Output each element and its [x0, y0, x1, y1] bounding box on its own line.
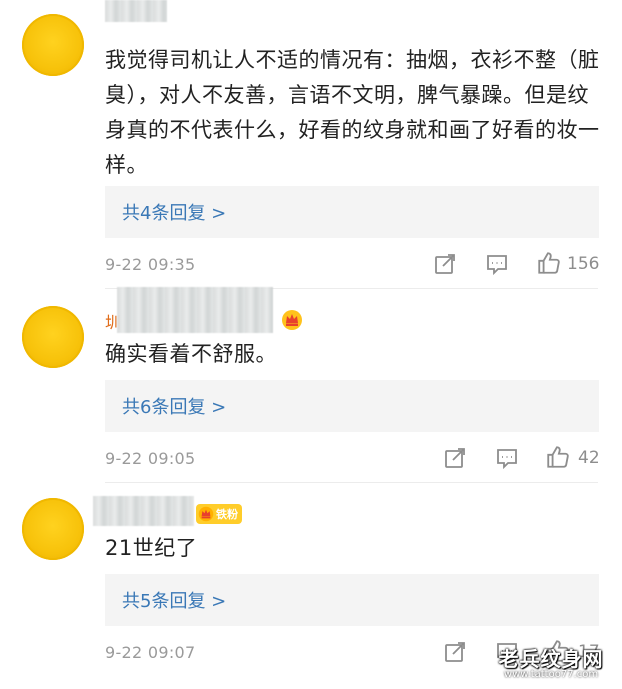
thumbs-up-icon[interactable]: [536, 250, 562, 276]
watermark-main: 老兵纹身网: [498, 647, 604, 671]
like-count: 42: [578, 448, 600, 468]
crown-badge-icon: [281, 309, 303, 331]
share-icon[interactable]: [443, 640, 467, 664]
share-icon[interactable]: [443, 446, 467, 470]
divider: [105, 482, 598, 483]
avatar[interactable]: [22, 498, 84, 560]
view-replies-link[interactable]: 共4条回复 >: [122, 199, 226, 225]
view-replies-link[interactable]: 共6条回复 >: [122, 393, 226, 419]
share-icon[interactable]: [433, 252, 457, 276]
avatar[interactable]: [22, 306, 84, 368]
comment-icon[interactable]: [485, 252, 509, 276]
comment-text: 我觉得司机让人不适的情况有：抽烟，衣衫不整（脏臭），对人不友善，言语不文明，脾气…: [105, 48, 600, 177]
comment-text: 确实看着不舒服。: [105, 342, 277, 366]
fan-badge: 铁粉: [196, 504, 242, 524]
fan-badge-label: 铁粉: [216, 508, 238, 521]
avatar[interactable]: [22, 14, 84, 76]
thumbs-up-icon[interactable]: [545, 444, 571, 470]
username-blurred[interactable]: [105, 0, 167, 22]
comment-time: 9-22 09:05: [105, 449, 196, 468]
reply-summary-box[interactable]: 共4条回复 >: [105, 186, 599, 238]
crown-badge-icon: [198, 506, 214, 522]
comment-time: 9-22 09:07: [105, 643, 196, 662]
site-watermark: 老兵纹身网 www.tattoo77.com: [492, 643, 610, 689]
reply-summary-box[interactable]: 共5条回复 >: [105, 574, 599, 626]
watermark-url: www.tattoo77.com: [503, 669, 599, 680]
view-replies-link[interactable]: 共5条回复 >: [122, 587, 226, 613]
reply-summary-box[interactable]: 共6条回复 >: [105, 380, 599, 432]
comment-icon[interactable]: [495, 446, 519, 470]
comment-time: 9-22 09:35: [105, 255, 196, 274]
username-blurred[interactable]: [117, 287, 273, 333]
comment-text: 21世纪了: [105, 536, 198, 560]
username-blurred[interactable]: [93, 496, 194, 526]
like-count: 156: [567, 254, 600, 274]
